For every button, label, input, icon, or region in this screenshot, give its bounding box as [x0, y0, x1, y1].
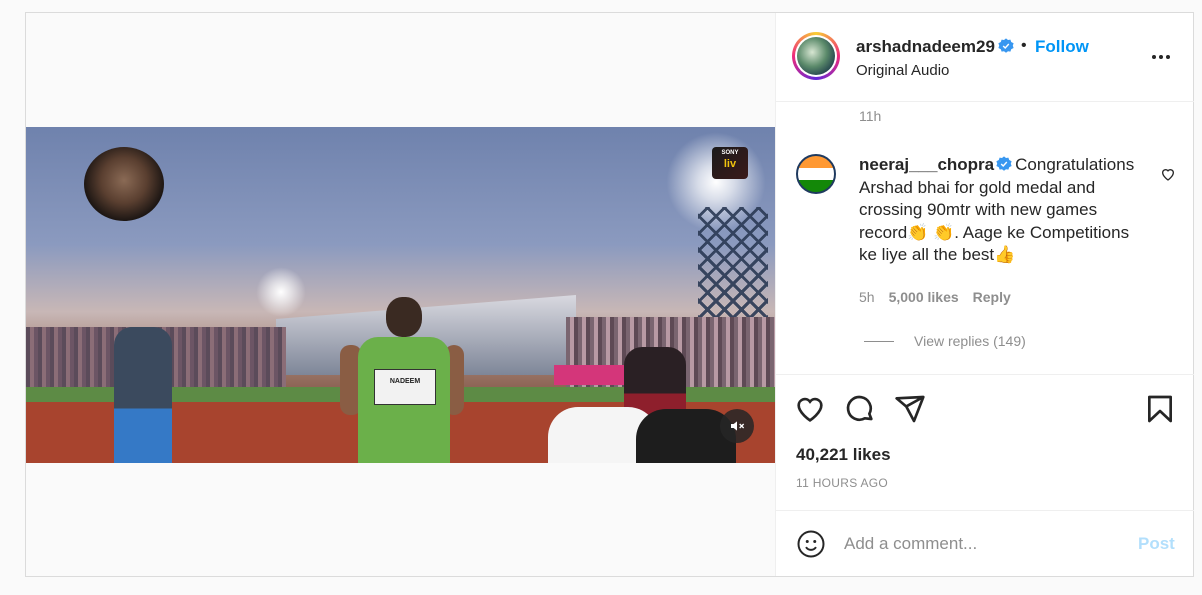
athlete-figure: NADEEM — [340, 297, 464, 463]
save-icon[interactable] — [1144, 393, 1176, 425]
heart-icon[interactable] — [794, 393, 826, 425]
facecam-overlay — [84, 147, 164, 221]
comment-input[interactable] — [844, 529, 1124, 559]
share-icon[interactable] — [894, 393, 926, 425]
details-panel: arshadnadeem29 • Follow Original Audio 1… — [775, 13, 1194, 576]
comment-username[interactable]: neeraj___chopra — [859, 155, 994, 174]
username-link[interactable]: arshadnadeem29 — [856, 37, 995, 57]
caption-timestamp: 11h — [859, 108, 882, 124]
follow-button[interactable]: Follow — [1035, 37, 1089, 57]
comment-body: neeraj___chopra Congratulations Arshad b… — [859, 154, 1149, 267]
reply-button[interactable]: Reply — [973, 289, 1011, 305]
verified-icon — [996, 156, 1012, 171]
more-icon — [1152, 55, 1156, 59]
comment-meta: 5h 5,000 likes Reply — [859, 289, 1011, 305]
audio-link[interactable]: Original Audio — [856, 62, 949, 79]
emoji-icon[interactable] — [796, 529, 826, 559]
mute-icon — [731, 421, 745, 431]
bib-label: NADEEM — [374, 369, 436, 405]
more-options-button[interactable] — [1146, 45, 1176, 69]
broadcaster-logo: SONY liv — [712, 147, 748, 179]
comment-likes[interactable]: 5,000 likes — [889, 289, 959, 305]
divider — [864, 340, 894, 342]
post-header: arshadnadeem29 • Follow Original Audio — [776, 13, 1194, 102]
official-figure — [114, 327, 172, 463]
comment-avatar[interactable] — [796, 154, 836, 194]
media-panel: NADEEM SONY liv — [26, 13, 775, 576]
avatar[interactable] — [792, 32, 840, 80]
add-comment-bar: Post — [776, 510, 1194, 576]
post-container: NADEEM SONY liv arshadnadeem29 • Follow … — [25, 12, 1194, 577]
stadium-light — [256, 267, 306, 317]
video-player[interactable]: NADEEM SONY liv — [26, 127, 775, 463]
advertising-board — [554, 365, 634, 385]
comment-icon[interactable] — [844, 393, 876, 425]
view-replies-button[interactable]: View replies (149) — [864, 333, 1026, 349]
like-count[interactable]: 40,221 likes — [796, 445, 891, 465]
verified-icon — [998, 38, 1014, 53]
comment-time: 5h — [859, 289, 875, 305]
comment-like-heart-icon[interactable] — [1160, 166, 1176, 182]
post-button[interactable]: Post — [1138, 534, 1175, 554]
post-timestamp[interactable]: 11 HOURS AGO — [796, 476, 888, 490]
separator: • — [1021, 37, 1027, 54]
mute-button[interactable] — [720, 409, 754, 443]
action-bar — [776, 374, 1194, 430]
